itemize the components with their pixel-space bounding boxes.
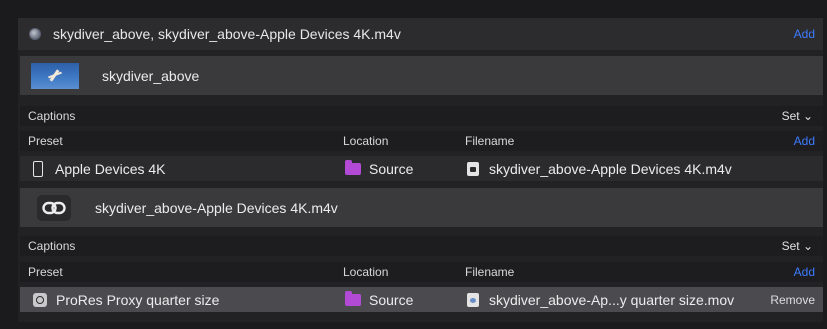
filename-cell[interactable]: skydiver_above-Apple Devices 4K.m4v (467, 161, 732, 177)
filename: skydiver_above-Apple Devices 4K.m4v (489, 160, 732, 177)
prores-icon (33, 292, 47, 307)
column-header-row-2: Preset Location Filename Add (20, 262, 823, 282)
iphone-icon (33, 160, 43, 177)
captions-set-menu[interactable]: Set ⌄ (782, 239, 813, 253)
location-column-header: Location (343, 134, 389, 148)
add-output-button[interactable]: Add (794, 134, 815, 148)
filename-column-header: Filename (465, 265, 515, 279)
remove-button[interactable]: Remove (770, 293, 815, 307)
preset-cell[interactable]: Apple Devices 4K (33, 160, 166, 177)
captions-row-2: Captions Set ⌄ (20, 236, 823, 256)
filename-column-header: Filename (465, 134, 515, 148)
location-cell[interactable]: Source (345, 159, 414, 177)
video-thumbnail (31, 62, 79, 89)
location-cell[interactable]: Source (345, 290, 414, 308)
folder-icon (345, 290, 361, 306)
source-name: skydiver_above-Apple Devices 4K.m4v (95, 199, 338, 216)
captions-label: Captions (28, 239, 76, 253)
preset-cell[interactable]: ProRes Proxy quarter size (33, 292, 219, 308)
preset-name: Apple Devices 4K (55, 160, 166, 177)
preset-name: ProRes Proxy quarter size (56, 291, 220, 308)
job-add-button[interactable]: Add (794, 27, 815, 41)
location-name: Source (369, 160, 414, 177)
location-column-header: Location (343, 265, 389, 279)
folder-icon (345, 159, 361, 175)
captions-row-1: Captions Set ⌄ (20, 106, 823, 126)
preset-column-header: Preset (28, 265, 63, 279)
captions-label: Captions (28, 109, 76, 123)
source-name: skydiver_above (102, 67, 200, 84)
preset-column-header: Preset (28, 134, 63, 148)
link-icon (37, 194, 71, 221)
compressor-icon (29, 28, 41, 40)
output-row[interactable]: Apple Devices 4K Source skydiver_above-A… (20, 156, 823, 181)
filename-cell[interactable]: skydiver_above-Ap...y quarter size.mov (467, 292, 734, 308)
document-icon (467, 161, 479, 176)
source-header-2[interactable]: skydiver_above-Apple Devices 4K.m4v (20, 188, 823, 227)
filename: skydiver_above-Ap...y quarter size.mov (489, 291, 735, 308)
captions-set-menu[interactable]: Set ⌄ (782, 109, 813, 123)
column-header-row-1: Preset Location Filename Add (20, 131, 823, 151)
source-header-1[interactable]: skydiver_above (20, 56, 823, 95)
job-header[interactable]: skydiver_above, skydiver_above-Apple Dev… (18, 18, 823, 50)
add-output-button[interactable]: Add (794, 265, 815, 279)
job-title: skydiver_above, skydiver_above-Apple Dev… (53, 26, 401, 42)
document-icon (467, 292, 479, 307)
location-name: Source (369, 291, 414, 308)
output-row-selected[interactable]: ProRes Proxy quarter size Source skydive… (20, 287, 823, 312)
